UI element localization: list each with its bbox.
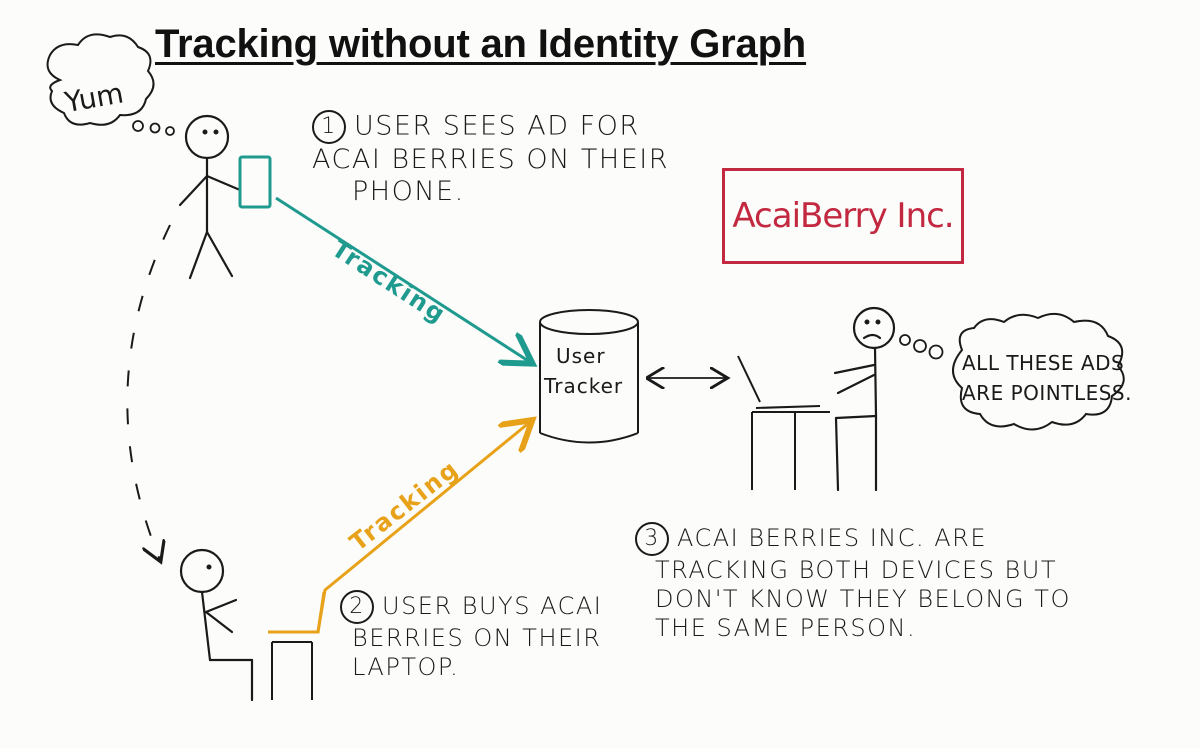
step2-number: 2 <box>340 590 374 624</box>
thought-pointless-line2: are pointless. <box>962 381 1132 405</box>
step3-line4: the same person. <box>655 613 917 642</box>
step1-number: 1 <box>312 110 346 144</box>
step2-line2: berries on their <box>352 624 602 652</box>
stick-figure-icon <box>179 548 254 702</box>
step3-line1: Acai Berries Inc. are <box>677 524 988 552</box>
step3-line2: tracking both devices but <box>655 556 1057 584</box>
diagram-canvas: Yum Tracking Tracking User Tracker ALL T… <box>0 0 1200 748</box>
thought-pointless-line1: All these ads <box>962 351 1124 375</box>
step2-line3: laptop. <box>352 652 460 681</box>
tracker-label-line2: Tracker <box>543 374 623 398</box>
step1-note: 1 User sees ad for Acai berries on their … <box>312 110 669 209</box>
thought-bubble-pointless: All these ads are pointless. <box>899 312 1132 431</box>
step2-note: 2 User buys acai berries on their laptop. <box>340 590 602 682</box>
brand-logo-acaiberry: AcaiBerry Inc. <box>722 168 964 264</box>
company-laptop-icon <box>737 355 830 490</box>
chair-icon <box>271 641 313 700</box>
page-title: Tracking without an Identity Graph <box>155 22 807 66</box>
tracker-label-line1: User <box>556 344 606 368</box>
step2-line1: User buys acai <box>382 592 603 620</box>
phone-icon <box>238 155 272 209</box>
step3-note: 3 Acai Berries Inc. are tracking both dev… <box>635 522 1071 642</box>
step1-line3: phone. <box>352 176 465 208</box>
thought-yum-text: Yum <box>61 76 126 119</box>
tracking-label-top: Tracking <box>327 235 452 330</box>
laptop-icon <box>268 591 326 634</box>
tracking-label-bottom: Tracking <box>344 454 464 556</box>
stick-figure-sad-icon <box>833 306 896 492</box>
step3-number: 3 <box>635 522 669 556</box>
step1-line1: User sees ad for <box>354 110 640 142</box>
step1-line2: Acai berries on their <box>312 144 669 175</box>
dashed-path <box>126 224 171 560</box>
step3-line3: don't know they belong to <box>655 584 1071 613</box>
stick-figure-icon <box>178 114 242 280</box>
